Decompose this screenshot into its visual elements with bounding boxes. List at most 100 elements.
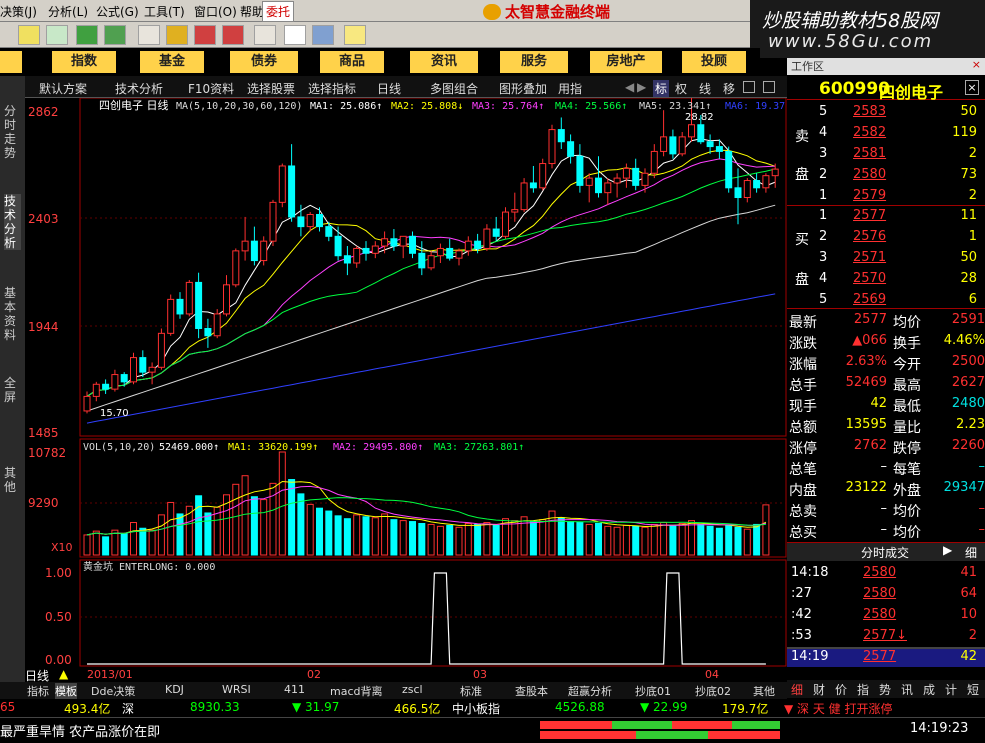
candle-body [232, 250, 240, 286]
btab-standard[interactable]: 标准 [460, 683, 482, 699]
subtb-line[interactable]: 线 [699, 80, 711, 97]
prev-icon[interactable]: ◀ [625, 80, 634, 94]
candle-body [743, 180, 751, 199]
btab-zscl[interactable]: zscl [402, 683, 423, 696]
time-label-apr: 04 [705, 668, 719, 681]
btab-wrsi[interactable]: WRSI [222, 683, 251, 696]
btab-template[interactable]: 模板 [55, 683, 77, 699]
sheet-icon[interactable] [46, 25, 68, 45]
subtb-default-scheme[interactable]: 默认方案 [39, 80, 87, 97]
subtb-mark[interactable]: 标 [653, 80, 670, 97]
nav-service[interactable]: 服务 [500, 51, 570, 73]
btab-411[interactable]: 411 [284, 683, 305, 696]
panel-tab[interactable]: 讯 [901, 681, 913, 698]
ask-level: 1 [819, 188, 828, 203]
nav-news[interactable]: 资讯 [410, 51, 480, 73]
nav-advisor[interactable]: 投顾 [682, 51, 748, 73]
candle-body [771, 168, 779, 177]
subtb-select-stock[interactable]: 选择股票 [247, 80, 295, 97]
people-icon[interactable] [76, 25, 98, 45]
window-icon[interactable] [284, 25, 306, 45]
subtb-move[interactable]: 移 [723, 80, 735, 97]
stat-label: 总卖 [789, 504, 817, 520]
panel-tab[interactable]: 细 [791, 681, 803, 698]
status-alert[interactable]: ▼ 深 天 健 打开涨停 [784, 700, 893, 717]
btab-indicator[interactable]: 指标 [27, 683, 49, 699]
btab-dde[interactable]: Dde决策 [91, 683, 135, 699]
bars-icon[interactable] [312, 25, 334, 45]
btab-bottom01[interactable]: 抄底01 [635, 683, 671, 699]
nav-commodity[interactable]: 商品 [320, 51, 386, 73]
maximize-icon[interactable] [763, 81, 775, 93]
tab-other[interactable]: 其他 [4, 466, 21, 494]
next-icon[interactable]: ▶ [637, 80, 646, 94]
subtb-use-indicator[interactable]: 用指 [558, 80, 582, 97]
panel-tab[interactable]: 短 [967, 681, 979, 698]
panel-tab[interactable]: 势 [879, 681, 891, 698]
candle-body [511, 209, 519, 213]
stat-label: 跌停 [893, 441, 921, 457]
nav-stock[interactable]: 股 [0, 51, 24, 73]
btab-kdj[interactable]: KDJ [165, 683, 184, 696]
menu-tools[interactable]: 工具(T) [144, 3, 185, 20]
panel-tab[interactable]: 成 [923, 681, 935, 698]
panel-tabs: 细财价指势讯成计短 [787, 680, 985, 698]
arrow-right-icon[interactable] [166, 25, 188, 45]
tool-icon[interactable] [138, 25, 160, 45]
nav-bond[interactable]: 债券 [230, 51, 300, 73]
subtb-multichart[interactable]: 多图组合 [430, 80, 478, 97]
candle-body [715, 146, 723, 152]
chart-icon[interactable] [104, 25, 126, 45]
btab-superwin[interactable]: 超赢分析 [568, 683, 612, 699]
subtb-rights[interactable]: 权 [675, 80, 687, 97]
breadth-bar [540, 721, 780, 729]
menu-formula[interactable]: 公式(G) [96, 3, 139, 20]
bid-level: 4 [819, 271, 828, 286]
kline-chart[interactable]: 2862 2403 1944 1485 10782 9290 X10 1.00 … [25, 98, 787, 668]
cd-icon[interactable] [194, 25, 216, 45]
nav-realestate[interactable]: 房地产 [590, 51, 664, 73]
tab-intraday[interactable]: 分时走势 [4, 104, 21, 160]
nav-fund[interactable]: 基金 [140, 51, 206, 73]
entrust-button[interactable]: 委托 [262, 1, 295, 22]
nav-index[interactable]: 指数 [52, 51, 118, 73]
subtb-tech-analysis[interactable]: 技术分析 [115, 80, 163, 97]
menu-decision[interactable]: 决策(J) [0, 3, 37, 20]
monitor-icon[interactable] [254, 25, 276, 45]
menu-window[interactable]: 窗口(O) [194, 3, 237, 20]
indicator-tabs: 指标 模板 Dde决策 KDJ WRSI 411 macd背离 zscl 标准 … [0, 682, 787, 699]
subtb-f10[interactable]: F10资料 [188, 80, 234, 97]
panel-tab[interactable]: 财 [813, 681, 825, 698]
candle-body [297, 216, 305, 228]
tab-fundamentals[interactable]: 基本资料 [4, 286, 21, 342]
btab-macd[interactable]: macd背离 [330, 683, 383, 699]
btab-bottom02[interactable]: 抄底02 [695, 683, 731, 699]
subtb-daily[interactable]: 日线 [377, 80, 401, 97]
close-icon[interactable]: × [972, 58, 981, 71]
tab-technical[interactable]: 技术分析 [4, 194, 21, 250]
ticks-detail[interactable]: 细 [965, 544, 977, 561]
ask-level: 5 [819, 104, 828, 119]
period-marker-icon: ▲ [59, 667, 69, 681]
subtb-select-indicator[interactable]: 选择指标 [308, 80, 356, 97]
brand-title: 太智慧金融终端 [483, 1, 668, 21]
tab-fullscreen[interactable]: 全屏 [4, 376, 21, 404]
menu-analysis[interactable]: 分析(L) [48, 3, 88, 20]
disc-icon[interactable] [222, 25, 244, 45]
btab-other[interactable]: 其他 [753, 683, 775, 699]
help-cursor-icon[interactable] [344, 25, 366, 45]
flag-icon[interactable] [18, 25, 40, 45]
panel-tab[interactable]: 价 [835, 681, 847, 698]
ask-price: 2579 [853, 188, 887, 203]
close-quote-icon[interactable]: × [965, 80, 979, 95]
tick-volume: 10 [960, 607, 977, 622]
bid-price: 2569 [853, 292, 887, 307]
subtb-overlay[interactable]: 图形叠加 [499, 80, 547, 97]
panel-tab[interactable]: 指 [857, 681, 869, 698]
btab-capital[interactable]: 查股本 [515, 683, 548, 699]
layout-icon[interactable] [743, 81, 755, 93]
panel-tab[interactable]: 计 [945, 681, 957, 698]
ticks-play-icon[interactable]: ▶ [943, 543, 952, 557]
ticker-text[interactable]: 最严重旱情 农产品涨价在即 [0, 721, 160, 740]
candle-body [660, 136, 668, 152]
